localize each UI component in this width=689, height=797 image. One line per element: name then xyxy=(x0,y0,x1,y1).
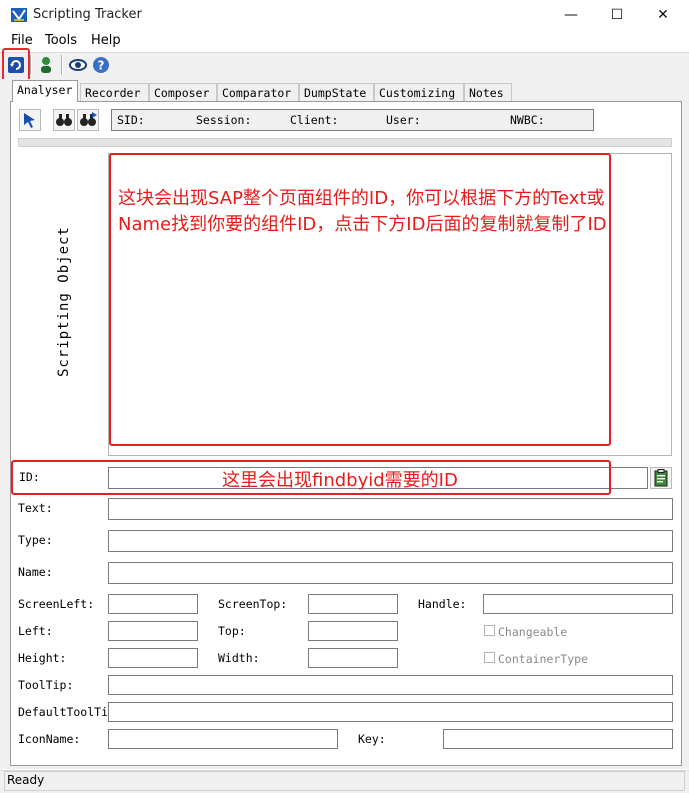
binoculars-arrow-icon xyxy=(80,112,97,126)
iconname-field[interactable] xyxy=(108,729,338,749)
toolbar-separator xyxy=(61,55,63,75)
menu-file[interactable]: File xyxy=(11,33,33,48)
left-label: Left: xyxy=(18,624,53,638)
user-label: User: xyxy=(386,113,421,127)
text-field[interactable] xyxy=(108,498,673,520)
status-text: Ready xyxy=(7,773,45,787)
top-label: Top: xyxy=(218,624,246,638)
window-title: Scripting Tracker xyxy=(33,7,142,22)
horizontal-scrollbar[interactable] xyxy=(18,138,672,147)
key-field[interactable] xyxy=(443,729,673,749)
help-icon[interactable]: ? xyxy=(91,55,111,75)
tooltip-label: ToolTip: xyxy=(18,678,74,692)
handle-field[interactable] xyxy=(483,594,673,614)
select-pointer-button[interactable] xyxy=(19,109,41,131)
tree-annotation-text: 这块会出现SAP整个页面组件的ID，你可以根据下方的Text或Name找到你要的… xyxy=(118,188,607,235)
top-field[interactable] xyxy=(308,621,398,641)
screenleft-field[interactable] xyxy=(108,594,198,614)
changeable-label: Changeable xyxy=(498,625,568,639)
key-label: Key: xyxy=(358,732,386,746)
pointer-icon xyxy=(24,113,35,128)
minimize-button[interactable]: — xyxy=(548,0,594,30)
iconname-label: IconName: xyxy=(18,732,81,746)
find-next-button[interactable] xyxy=(77,109,99,131)
handle-label: Handle: xyxy=(418,597,467,611)
session-label: Session: xyxy=(196,113,252,127)
text-label: Text: xyxy=(18,501,53,515)
tab-dumpstate[interactable]: DumpState xyxy=(299,83,374,101)
changeable-checkbox[interactable] xyxy=(484,625,495,636)
svg-text:?: ? xyxy=(98,59,105,73)
maximize-button[interactable]: ☐ xyxy=(594,0,640,30)
tab-composer[interactable]: Composer xyxy=(149,83,217,101)
type-label: Type: xyxy=(18,533,53,547)
id-annotation-text: 这里会出现findbyid需要的ID xyxy=(222,470,458,491)
left-field[interactable] xyxy=(108,621,198,641)
width-label: Width: xyxy=(218,651,260,665)
person-icon[interactable] xyxy=(36,55,56,75)
tab-customizing[interactable]: Customizing xyxy=(374,83,464,101)
name-field[interactable] xyxy=(108,562,673,584)
width-field[interactable] xyxy=(308,648,398,668)
screentop-field[interactable] xyxy=(308,594,398,614)
containertype-label: ContainerType xyxy=(498,652,589,666)
containertype-checkbox[interactable] xyxy=(484,652,495,663)
app-icon xyxy=(11,8,27,22)
tab-recorder[interactable]: Recorder xyxy=(80,83,149,101)
tab-analyser[interactable]: Analyser xyxy=(12,80,78,102)
name-label: Name: xyxy=(18,565,53,579)
sid-label: SID: xyxy=(117,113,145,127)
eye-icon[interactable] xyxy=(68,55,88,75)
screenleft-label: ScreenLeft: xyxy=(18,597,95,611)
height-field[interactable] xyxy=(108,648,198,668)
status-panel xyxy=(4,771,685,791)
close-button[interactable]: ✕ xyxy=(640,0,686,30)
menu-help[interactable]: Help xyxy=(91,33,121,48)
tab-comparator[interactable]: Comparator xyxy=(217,83,299,101)
defaulttooltip-label: DefaultToolTi xyxy=(18,705,108,719)
binoculars-icon xyxy=(56,114,72,126)
find-button[interactable] xyxy=(53,109,75,131)
clipboard-icon xyxy=(654,469,668,487)
refresh-icon[interactable] xyxy=(6,55,26,75)
tab-notes[interactable]: Notes xyxy=(464,83,512,101)
client-label: Client: xyxy=(290,113,339,127)
type-field[interactable] xyxy=(108,530,673,552)
screentop-label: ScreenTop: xyxy=(218,597,288,611)
tooltip-field[interactable] xyxy=(108,675,673,695)
copy-id-button[interactable] xyxy=(650,467,672,489)
nwbc-label: NWBC: xyxy=(510,113,545,127)
scripting-object-label: Scripting Object xyxy=(56,226,72,377)
defaulttooltip-field[interactable] xyxy=(108,702,673,722)
height-label: Height: xyxy=(18,651,67,665)
menu-tools[interactable]: Tools xyxy=(45,33,77,48)
toolbar-separator xyxy=(30,55,32,75)
